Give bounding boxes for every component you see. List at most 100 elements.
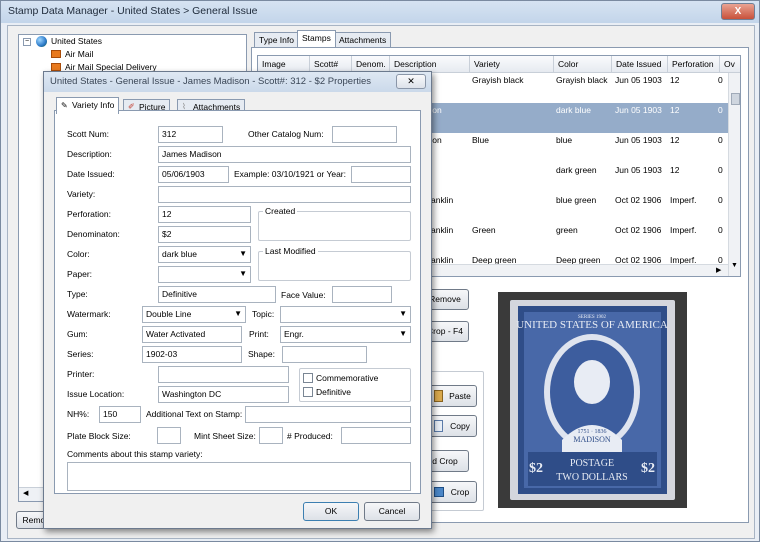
stamp-folder-icon bbox=[51, 63, 61, 71]
other-catalog-input[interactable] bbox=[332, 126, 397, 143]
dropdown-arrow-icon: ▼ bbox=[399, 329, 407, 338]
crop-label: Crop bbox=[450, 487, 470, 497]
cell-date: Oct 02 1906 bbox=[615, 225, 662, 235]
tree-item-air-mail[interactable]: Air Mail bbox=[65, 49, 93, 62]
stamp-denom-left: $2 bbox=[529, 461, 543, 476]
mint-sheet-input[interactable] bbox=[259, 427, 283, 444]
stamp-image[interactable]: UNITED STATES OF AMERICA MADISON 1751 · … bbox=[498, 292, 687, 508]
series-label: Series: bbox=[67, 349, 94, 359]
window-title: Stamp Data Manager - United States > Gen… bbox=[1, 1, 759, 23]
cell-date: Jun 05 1903 bbox=[615, 135, 662, 145]
column-header[interactable]: Ov bbox=[720, 56, 740, 73]
series-input[interactable]: 1902-03 bbox=[142, 346, 242, 363]
scanner-icon bbox=[434, 487, 444, 497]
perforation-label: Perforation: bbox=[67, 209, 111, 219]
scroll-thumb[interactable] bbox=[731, 93, 740, 105]
denomination-label: Denominaton: bbox=[67, 229, 120, 239]
cell-variety: Green bbox=[472, 225, 496, 235]
cell-color: blue green bbox=[556, 195, 597, 205]
stamp-years: 1751 · 1836 bbox=[578, 429, 607, 435]
type-input[interactable]: Definitive bbox=[158, 286, 276, 303]
other-catalog-label: Other Catalog Num: bbox=[248, 129, 324, 139]
paste-button[interactable]: Paste bbox=[429, 385, 477, 407]
column-header[interactable]: Color bbox=[554, 56, 612, 73]
column-header[interactable]: Variety bbox=[470, 56, 554, 73]
color-value: dark blue bbox=[162, 249, 197, 259]
cell-perforation: 12 bbox=[670, 75, 680, 85]
date-issued-label: Date Issued: bbox=[67, 169, 115, 179]
definitive-checkbox[interactable] bbox=[303, 387, 313, 397]
description-input[interactable]: James Madison bbox=[158, 146, 411, 163]
tree-item-united-states[interactable]: United States bbox=[51, 36, 102, 49]
color-select[interactable]: dark blue ▼ bbox=[158, 246, 251, 263]
comments-textarea[interactable] bbox=[67, 462, 411, 491]
last-modified-group: Last Modified bbox=[258, 246, 411, 281]
comments-label: Comments about this stamp variety: bbox=[67, 449, 203, 459]
stamp-series: SERIES 1902 bbox=[578, 315, 606, 320]
cell-color: blue bbox=[556, 135, 573, 145]
date-example-label: Example: 03/10/1921 or Year: bbox=[234, 169, 346, 179]
stamp-postage: POSTAGE bbox=[570, 458, 614, 469]
paste-label: Paste bbox=[449, 391, 471, 401]
created-label: Created bbox=[263, 206, 298, 216]
cancel-button[interactable]: Cancel bbox=[364, 502, 420, 521]
tab-type-info[interactable]: Type Info bbox=[254, 32, 299, 47]
dropdown-arrow-icon: ▼ bbox=[239, 269, 247, 278]
year-input[interactable] bbox=[351, 166, 411, 183]
cell-color: green bbox=[556, 225, 578, 235]
tab-variety-info[interactable]: ✎ Variety Info bbox=[56, 97, 120, 114]
column-header[interactable]: Perforation bbox=[668, 56, 720, 73]
paper-label: Paper: bbox=[67, 269, 93, 279]
produced-input[interactable] bbox=[341, 427, 411, 444]
collapse-icon[interactable]: − bbox=[23, 38, 31, 46]
close-button[interactable]: X bbox=[721, 3, 755, 20]
tab-attachments[interactable]: Attachments bbox=[334, 32, 392, 47]
grid-vertical-scrollbar[interactable]: ▼ bbox=[728, 73, 740, 276]
produced-label: # Produced: bbox=[287, 431, 333, 441]
perforation-input[interactable]: 12 bbox=[158, 206, 251, 223]
topic-select[interactable]: ▼ bbox=[280, 306, 411, 323]
date-issued-input[interactable]: 05/06/1903 bbox=[158, 166, 229, 183]
scroll-down-icon[interactable]: ▼ bbox=[731, 262, 738, 269]
cell-description: son bbox=[428, 105, 442, 115]
scroll-left-icon[interactable]: ◀ bbox=[23, 489, 28, 497]
cell-ov: 0 bbox=[718, 75, 723, 85]
stamp-denom-right: $2 bbox=[641, 461, 655, 476]
watermark-select[interactable]: Double Line ▼ bbox=[142, 306, 246, 323]
dropdown-arrow-icon: ▼ bbox=[234, 309, 242, 318]
scroll-right-icon[interactable]: ▶ bbox=[716, 266, 721, 274]
definitive-label: Definitive bbox=[316, 387, 351, 397]
cell-ov: 0 bbox=[718, 135, 723, 145]
issue-location-input[interactable]: Washington DC bbox=[158, 386, 289, 403]
additional-text-input[interactable] bbox=[245, 406, 411, 423]
dropdown-arrow-icon: ▼ bbox=[239, 249, 247, 258]
plate-block-label: Plate Block Size: bbox=[67, 431, 131, 441]
cell-description: anklin bbox=[431, 225, 454, 235]
watermark-label: Watermark: bbox=[67, 309, 111, 319]
dialog-close-icon[interactable]: ✕ bbox=[396, 74, 426, 89]
column-header[interactable]: Date Issued bbox=[612, 56, 668, 73]
nh-input[interactable]: 150 bbox=[99, 406, 141, 423]
last-modified-label: Last Modified bbox=[263, 246, 318, 256]
printer-input[interactable] bbox=[158, 366, 289, 383]
paper-select[interactable]: ▼ bbox=[158, 266, 251, 283]
plate-block-input[interactable] bbox=[157, 427, 181, 444]
variety-info-panel: Scott Num: 312 Other Catalog Num: Descri… bbox=[54, 110, 421, 494]
face-value-input[interactable] bbox=[332, 286, 392, 303]
type-label: Type: bbox=[67, 289, 88, 299]
shape-input[interactable] bbox=[282, 346, 367, 363]
variety-input[interactable] bbox=[158, 186, 411, 203]
printer-label: Printer: bbox=[67, 369, 95, 379]
scott-num-input[interactable]: 312 bbox=[158, 126, 223, 143]
ok-button[interactable]: OK bbox=[303, 502, 359, 521]
gum-input[interactable]: Water Activated bbox=[142, 326, 242, 343]
copy-button[interactable]: Copy bbox=[429, 415, 477, 437]
cell-date: Jun 05 1903 bbox=[615, 105, 662, 115]
tab-stamps[interactable]: Stamps bbox=[297, 30, 336, 47]
denomination-input[interactable]: $2 bbox=[158, 226, 251, 243]
scan-crop-button[interactable]: Crop bbox=[429, 481, 477, 503]
cell-perforation: 12 bbox=[670, 105, 680, 115]
cell-ov: 0 bbox=[718, 195, 723, 205]
commemorative-checkbox[interactable] bbox=[303, 373, 313, 383]
print-select[interactable]: Engr. ▼ bbox=[280, 326, 411, 343]
